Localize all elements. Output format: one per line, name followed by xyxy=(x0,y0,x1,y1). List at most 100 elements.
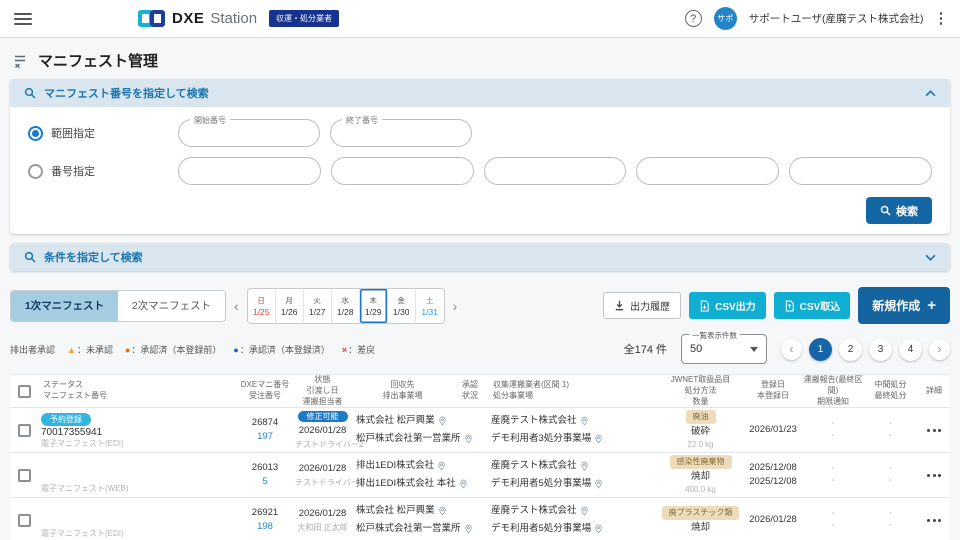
day-cell[interactable]: 水1/28 xyxy=(332,289,360,323)
location-pin-icon[interactable] xyxy=(594,524,603,534)
day-cell[interactable]: 火1/27 xyxy=(304,289,332,323)
location-pin-icon[interactable] xyxy=(438,416,447,426)
order-number-link[interactable]: 197 xyxy=(257,431,273,442)
number-field-3 xyxy=(484,157,627,185)
csv-export-button[interactable]: CSV出力 xyxy=(689,292,766,319)
search-icon xyxy=(24,251,36,263)
location-pin-icon[interactable] xyxy=(580,506,589,516)
page-button[interactable]: 3 xyxy=(869,338,892,361)
deadline-notice: ・ xyxy=(803,430,863,443)
number-radio[interactable]: 番号指定 xyxy=(28,163,178,179)
tab-primary-manifest[interactable]: 1次マニフェスト xyxy=(11,291,118,321)
deadline-notice: ・ xyxy=(803,520,863,533)
week-prev-icon[interactable]: ‹ xyxy=(226,298,247,314)
number-field-4 xyxy=(636,157,779,185)
create-new-button[interactable]: 新規作成 + xyxy=(858,287,950,324)
number-search-panel-header[interactable]: マニフェスト番号を指定して検索 xyxy=(10,79,950,107)
registration-date: 2025/12/08 xyxy=(743,461,803,475)
week-next-icon[interactable]: › xyxy=(445,298,466,314)
location-pin-icon[interactable] xyxy=(464,524,473,534)
range-radio[interactable]: 範囲指定 xyxy=(28,125,178,141)
location-pin-icon[interactable] xyxy=(437,461,446,471)
day-cell[interactable]: 日1/25 xyxy=(248,289,276,323)
chevron-up-icon[interactable] xyxy=(925,90,936,97)
total-count: 全174 件 xyxy=(624,341,667,357)
chevron-down-icon[interactable] xyxy=(925,254,936,261)
avatar[interactable]: サポ xyxy=(714,7,737,30)
final-disposal: ・ xyxy=(863,520,918,533)
menu-icon[interactable] xyxy=(14,13,32,25)
search-button[interactable]: 検索 xyxy=(866,197,932,224)
row-detail-button[interactable] xyxy=(918,468,950,483)
condition-search-panel: 条件を指定して検索 xyxy=(10,243,950,271)
day-cell-selected[interactable]: 木1/29 xyxy=(360,289,388,323)
collect-company: 株式会社 松戸興業 xyxy=(356,502,435,520)
manifest-table: ステータスマニフェスト番号 DXEマニ番号受注番号 状態引渡し日運搬担当者 回収… xyxy=(10,374,950,540)
tab-secondary-manifest[interactable]: 2次マニフェスト xyxy=(118,291,225,321)
number-input-1[interactable] xyxy=(179,158,320,184)
number-field-2 xyxy=(331,157,474,185)
location-pin-icon[interactable] xyxy=(594,434,603,444)
location-pin-icon[interactable] xyxy=(459,479,468,489)
radio-selected-icon[interactable] xyxy=(28,126,43,141)
approval-legend: 排出者承認 ▲：未承認 ●：承認済（本登録前） ●：承認済（本登録済） ×：差戻 xyxy=(10,343,375,356)
plus-icon: + xyxy=(927,297,936,314)
condition-search-panel-header[interactable]: 条件を指定して検索 xyxy=(10,243,950,271)
order-number-link[interactable]: 198 xyxy=(257,521,273,532)
legend-item: ×：差戻 xyxy=(342,343,375,356)
user-name: サポートユーザ(産廃テスト株式会社) xyxy=(749,11,924,26)
registration-date: 2026/01/23 xyxy=(743,423,803,437)
final-disposal: ・ xyxy=(863,430,918,443)
row-checkbox[interactable] xyxy=(18,424,31,437)
export-history-button[interactable]: 出力履歴 xyxy=(603,292,681,319)
day-cell[interactable]: 月1/26 xyxy=(276,289,304,323)
pagination: ‹ 1 2 3 4 › xyxy=(781,338,950,361)
order-number-link[interactable]: 5 xyxy=(262,476,267,487)
number-input-5[interactable] xyxy=(790,158,931,184)
page-button[interactable]: 2 xyxy=(839,338,862,361)
number-search-title: マニフェスト番号を指定して検索 xyxy=(44,85,209,101)
number-search-panel: マニフェスト番号を指定して検索 範囲指定 開始番号 終了番号 xyxy=(10,79,950,234)
caret-down-icon xyxy=(750,347,758,352)
disposal-method: 焼却 xyxy=(658,521,743,535)
location-pin-icon[interactable] xyxy=(594,479,603,489)
row-detail-button[interactable] xyxy=(918,513,950,528)
page-button[interactable]: 1 xyxy=(809,338,832,361)
day-cell[interactable]: 金1/30 xyxy=(388,289,416,323)
more-menu-icon[interactable] xyxy=(936,10,947,27)
page-button[interactable]: 4 xyxy=(899,338,922,361)
help-icon[interactable]: ? xyxy=(685,10,702,27)
row-checkbox[interactable] xyxy=(18,514,31,527)
radio-unselected-icon[interactable] xyxy=(28,164,43,179)
number-input-2[interactable] xyxy=(332,158,473,184)
download-icon xyxy=(614,300,625,311)
page-title: マニフェスト管理 xyxy=(38,50,158,71)
dxe-number: 26013 xyxy=(235,461,295,475)
csv-import-button[interactable]: CSV取込 xyxy=(774,292,851,319)
table-row: 予約登録 70017355941 電子マニフェスト(EDI) 26874 197… xyxy=(10,408,950,453)
page-size-select[interactable]: 一覧表示件数 50 xyxy=(681,334,767,364)
location-pin-icon[interactable] xyxy=(464,434,473,444)
disposal-site: デモ利用者5処分事業場 xyxy=(491,520,591,538)
page-next-icon[interactable]: › xyxy=(929,339,950,360)
row-detail-button[interactable] xyxy=(918,423,950,438)
page-prev-icon[interactable]: ‹ xyxy=(781,339,802,360)
row-checkbox[interactable] xyxy=(18,469,31,482)
main-registration-date: 2025/12/08 xyxy=(743,475,803,489)
mid-disposal: ・ xyxy=(863,463,918,476)
location-pin-icon[interactable] xyxy=(438,506,447,516)
day-cell[interactable]: 土1/31 xyxy=(416,289,444,323)
location-pin-icon[interactable] xyxy=(580,416,589,426)
number-field-5 xyxy=(789,157,932,185)
number-input-4[interactable] xyxy=(637,158,778,184)
select-all-checkbox[interactable] xyxy=(18,385,31,398)
driver-name: 大和田 正太郎 xyxy=(295,522,350,534)
transport-report: ・ xyxy=(803,463,863,476)
number-input-3[interactable] xyxy=(485,158,626,184)
location-pin-icon[interactable] xyxy=(580,461,589,471)
end-number-label: 終了番号 xyxy=(342,115,382,126)
final-disposal: ・ xyxy=(863,475,918,488)
collect-company: 株式会社 松戸興業 xyxy=(356,412,435,430)
number-field-1 xyxy=(178,157,321,185)
page-size-label: 一覧表示件数 xyxy=(689,330,740,341)
